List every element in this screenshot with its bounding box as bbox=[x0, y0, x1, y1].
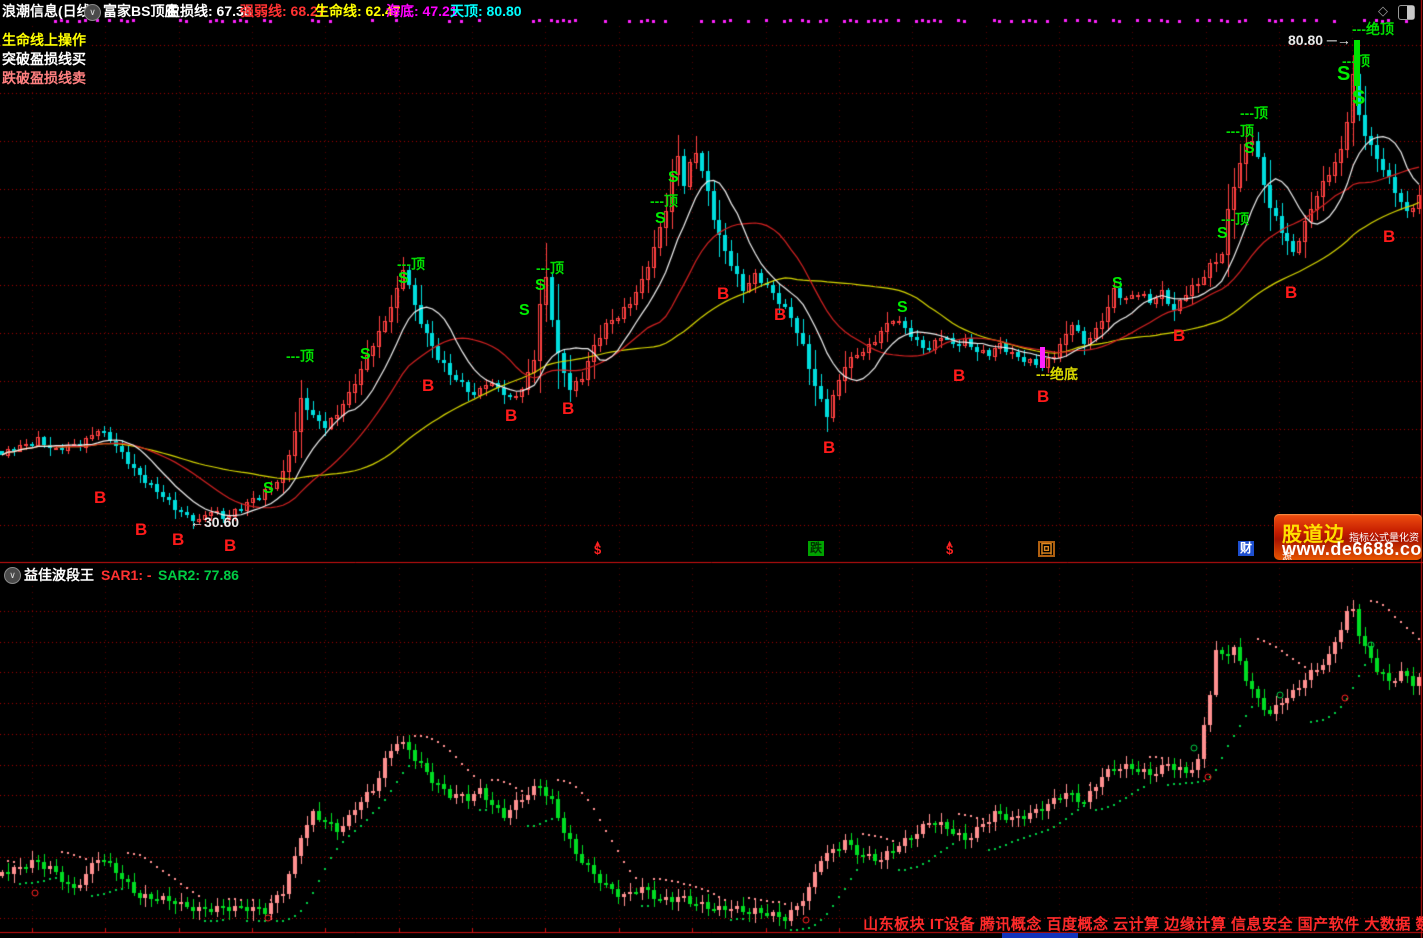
sar1-value: SAR1: - bbox=[101, 568, 152, 582]
juedi-label: ---绝底 bbox=[1036, 367, 1078, 381]
top-signal-label: ---顶 bbox=[1226, 124, 1254, 138]
indicator-value-0: 盈损线: 67.38 bbox=[166, 4, 252, 18]
buy-signal-mark: B bbox=[1037, 388, 1049, 405]
high-price-callout: 80.80 ─→ bbox=[1288, 33, 1351, 47]
sell-signal-mark: S bbox=[360, 347, 371, 363]
top-signal-label: ---顶 bbox=[397, 257, 425, 271]
event-badge-orange[interactable]: 回 bbox=[1038, 541, 1055, 557]
sell-signal-mark: S bbox=[519, 303, 530, 319]
logo-url: www.de6688.com bbox=[1282, 539, 1422, 560]
top-signal-label: ---顶 bbox=[536, 261, 564, 275]
watermark-logo: 股道边指标公式量化资源 www.de6688.com bbox=[1274, 514, 1422, 560]
sell-signal-mark: S bbox=[668, 170, 679, 186]
buy-signal-mark: B bbox=[1383, 228, 1395, 245]
indicator-value-3: 海底: 47.21 bbox=[386, 4, 458, 18]
buy-signal-mark: B bbox=[562, 400, 574, 417]
top-signal-label: ---顶 bbox=[286, 349, 314, 363]
buy-signal-mark: B bbox=[94, 489, 106, 506]
buy-signal-mark: B bbox=[717, 285, 729, 302]
buy-signal-mark: B bbox=[422, 377, 434, 394]
panel2-title: 益佳波段王 bbox=[24, 568, 94, 582]
sell-signal-mark: S bbox=[535, 278, 546, 294]
event-badge-dollar[interactable]: ▲$ bbox=[946, 542, 953, 553]
jueding-label: ---绝顶 bbox=[1352, 22, 1394, 36]
sell-signal-mark: S bbox=[655, 211, 666, 227]
low-price-callout: ←30.60 bbox=[190, 515, 239, 529]
chevron-down-icon: ∨ bbox=[9, 570, 16, 580]
top-highlight-bar-stem bbox=[1356, 86, 1358, 106]
indicator-value-1: 强弱线: 68.27 bbox=[240, 4, 326, 18]
top-signal-label: ---顶 bbox=[1240, 106, 1268, 120]
buy-signal-mark: B bbox=[135, 521, 147, 538]
selection-strip bbox=[1002, 933, 1078, 938]
split-window-icon[interactable] bbox=[1398, 5, 1415, 20]
trading-app-window: 浪潮信息(日线) ∨ 富家BS顶底 盈损线: 67.38强弱线: 68.27生命… bbox=[0, 0, 1423, 938]
sell-signal-mark: S bbox=[1352, 88, 1365, 108]
top-highlight-bar bbox=[1354, 40, 1360, 86]
sar2-value: SAR2: 77.86 bbox=[158, 568, 239, 582]
stock-title: 浪潮信息(日线) bbox=[2, 4, 95, 18]
sell-signal-mark: S bbox=[1244, 141, 1255, 157]
diamond-icon[interactable]: ◇ bbox=[1378, 4, 1388, 17]
sidebar-item-signal-2[interactable]: 跌破盈损线卖 bbox=[2, 71, 89, 85]
sell-signal-mark: S bbox=[263, 481, 274, 497]
sell-signal-mark: S bbox=[1217, 226, 1228, 242]
top-signal-label: ---顶 bbox=[650, 194, 678, 208]
sell-signal-mark: S bbox=[398, 271, 409, 287]
sell-signal-mark: S bbox=[1337, 64, 1350, 84]
top-signal-label: ---顶 bbox=[1221, 212, 1249, 226]
buy-signal-mark: B bbox=[1173, 327, 1185, 344]
buy-signal-mark: B bbox=[774, 306, 786, 323]
buy-signal-mark: B bbox=[505, 407, 517, 424]
buy-signal-mark: B bbox=[172, 531, 184, 548]
sector-tags[interactable]: 山东板块 IT设备 腾讯概念 百度概念 云计算 边缘计算 信息安全 国产软件 大… bbox=[863, 917, 1423, 932]
collapse-panel2-icon[interactable]: ∨ bbox=[4, 567, 21, 584]
event-badge-dollar[interactable]: ▲$ bbox=[594, 542, 601, 553]
chart-canvas[interactable] bbox=[0, 0, 1423, 938]
buy-signal-mark: B bbox=[224, 537, 236, 554]
buy-signal-mark: B bbox=[1285, 284, 1297, 301]
sidebar-item-signal-1[interactable]: 突破盈损线买 bbox=[2, 52, 89, 66]
collapse-panel1-icon[interactable]: ∨ bbox=[84, 4, 101, 21]
event-badge-blue[interactable]: 财 bbox=[1238, 541, 1254, 556]
bottom-highlight-bar bbox=[1040, 347, 1045, 368]
buy-signal-mark: B bbox=[823, 439, 835, 456]
buy-signal-mark: B bbox=[953, 367, 965, 384]
sidebar-item-signal-0[interactable]: 生命线上操作 bbox=[2, 33, 89, 47]
indicator-value-4: 天顶: 80.80 bbox=[450, 4, 522, 18]
sell-signal-mark: S bbox=[1112, 276, 1123, 292]
sell-signal-mark: S bbox=[897, 300, 908, 316]
event-badge-green[interactable]: 跌 bbox=[808, 541, 824, 556]
chevron-down-icon: ∨ bbox=[89, 7, 96, 17]
